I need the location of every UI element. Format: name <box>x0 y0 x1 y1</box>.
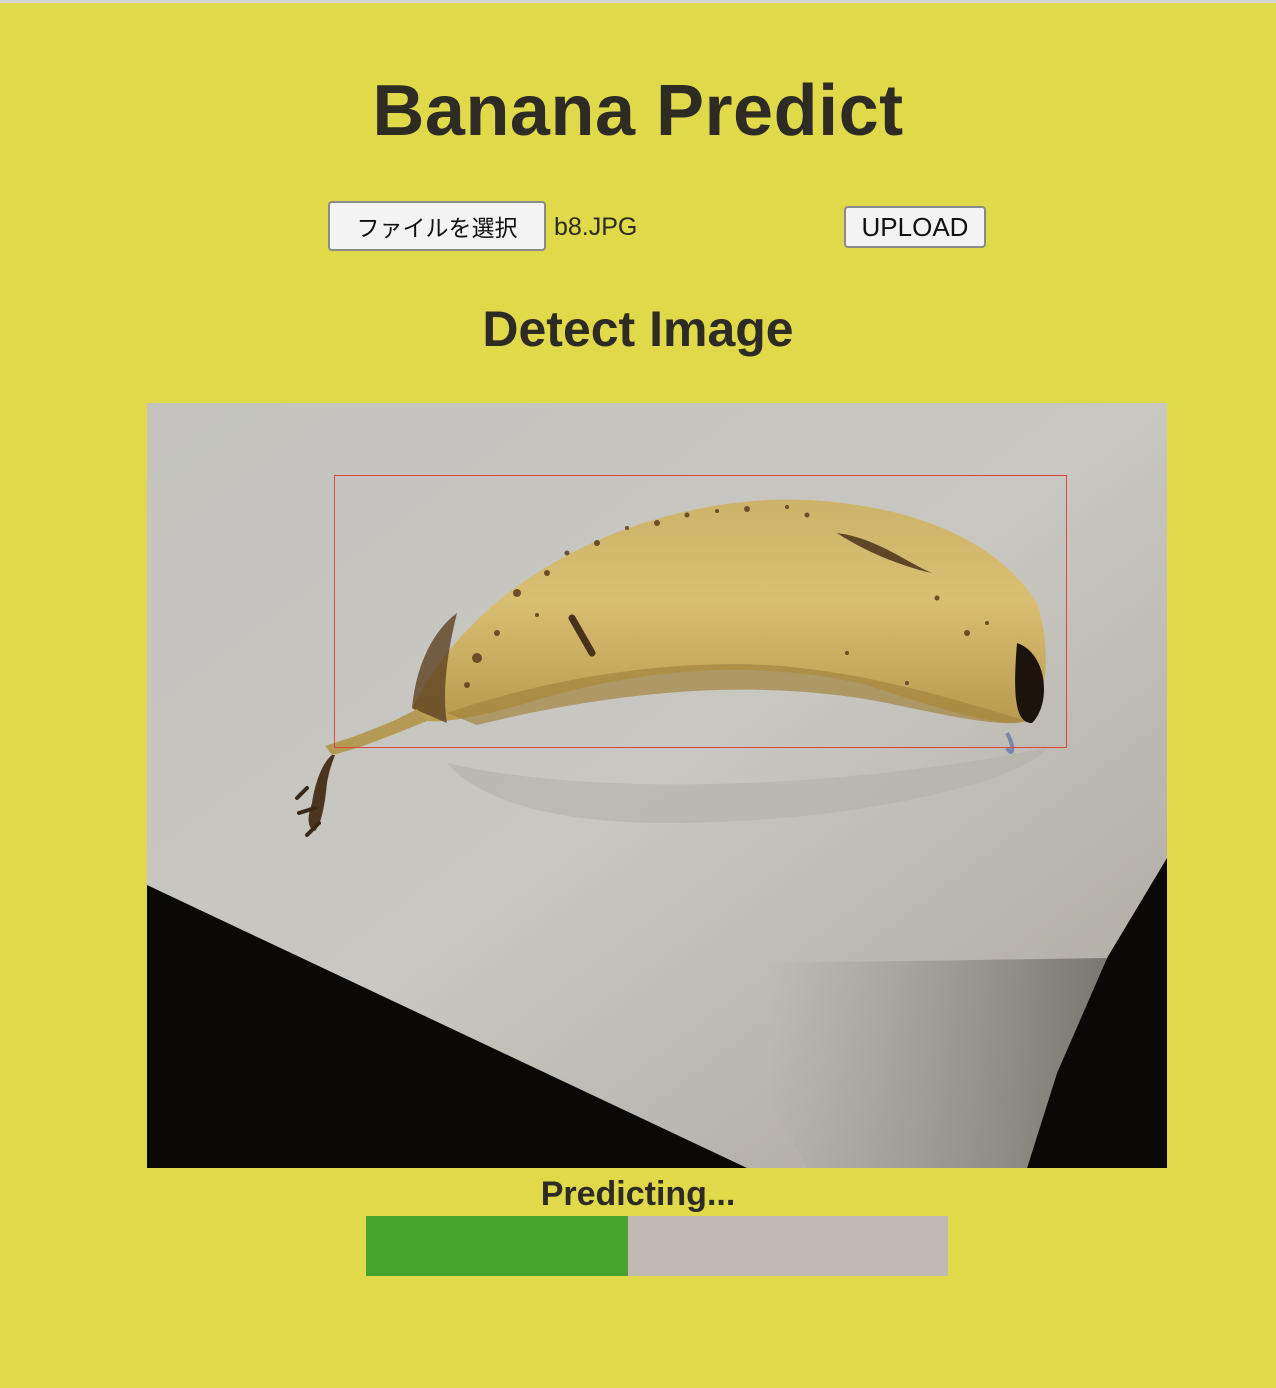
choose-file-button[interactable]: ファイルを選択 <box>328 201 546 251</box>
selected-file-name: b8.JPG <box>554 213 638 241</box>
detect-image-heading: Detect Image <box>482 301 794 357</box>
prediction-progress-fill <box>366 1216 628 1276</box>
detection-photo <box>147 403 1167 1168</box>
upload-button[interactable]: UPLOAD <box>844 206 986 248</box>
prediction-progress-bar <box>366 1216 948 1276</box>
prediction-status: Predicting... <box>540 1175 736 1213</box>
page-title: Banana Predict <box>372 71 904 151</box>
detection-bounding-box <box>334 475 1067 748</box>
